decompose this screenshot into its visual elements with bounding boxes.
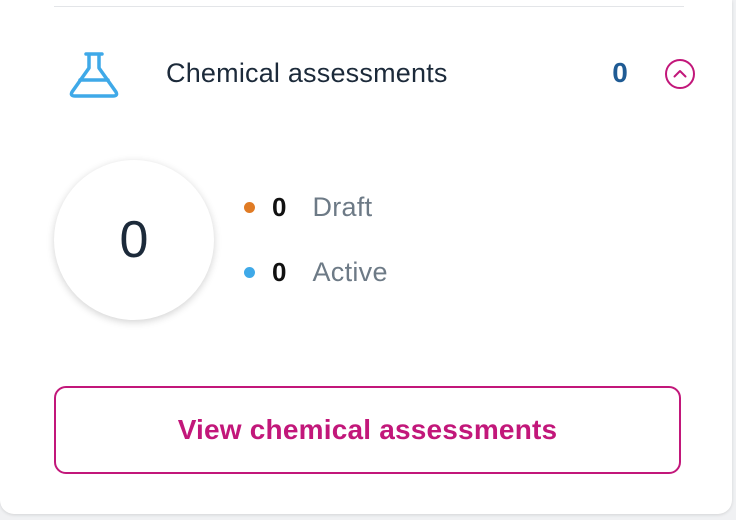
flask-icon xyxy=(66,46,122,102)
section-title: Chemical assessments xyxy=(166,58,448,88)
view-chemical-assessments-button[interactable]: View chemical assessments xyxy=(54,386,681,474)
draft-dot xyxy=(244,201,255,213)
chevron-up-icon[interactable] xyxy=(664,58,696,90)
active-label: Active xyxy=(312,256,388,287)
active-count: 0 xyxy=(272,256,287,287)
section-header[interactable]: Chemical assessments 0 xyxy=(0,40,732,108)
status-active: 0 Active xyxy=(244,254,388,290)
section-count: 0 xyxy=(612,57,628,88)
draft-count: 0 xyxy=(272,191,287,222)
draft-label: Draft xyxy=(312,191,373,222)
total-count: 0 xyxy=(119,211,149,269)
divider xyxy=(54,6,684,7)
chemical-assessments-card: Chemical assessments 0 0 0 Draft 0 Activ… xyxy=(0,0,732,514)
view-button-label: View chemical assessments xyxy=(177,414,558,445)
total-count-circle: 0 xyxy=(54,160,214,320)
status-draft: 0 Draft xyxy=(244,189,372,225)
active-dot xyxy=(244,266,255,278)
